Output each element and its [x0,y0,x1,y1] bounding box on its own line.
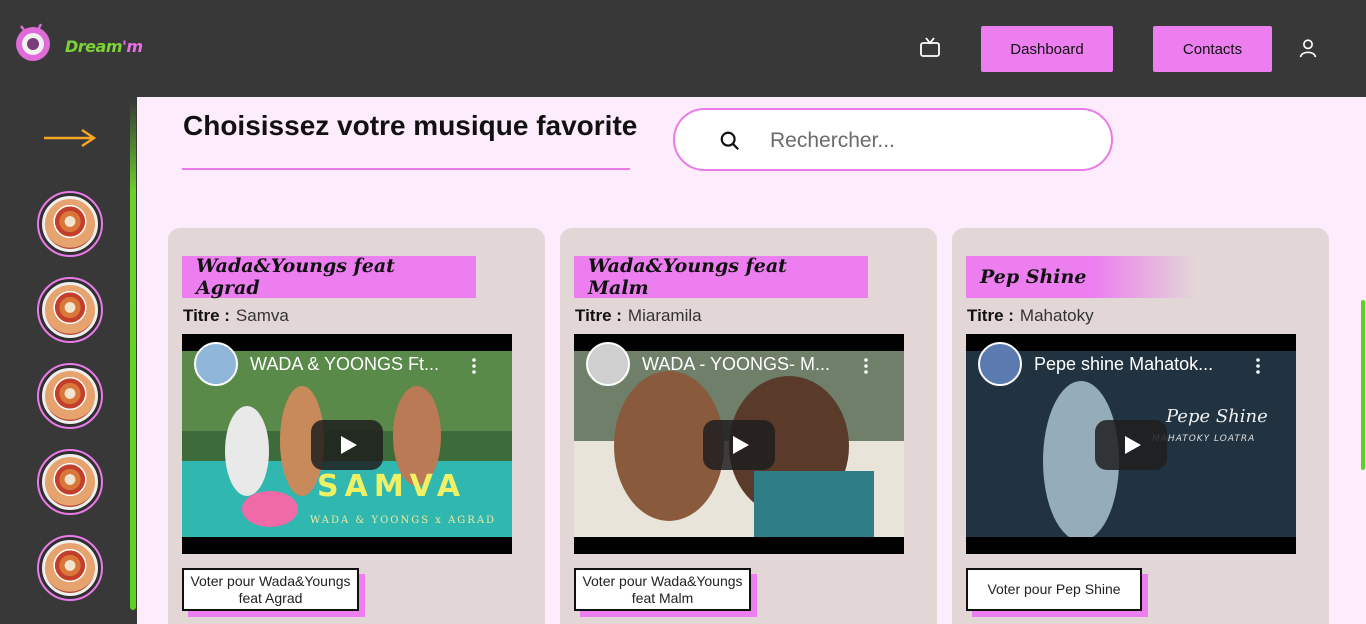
title-label: Titre : [575,306,622,325]
brand-name-part1: Dream [65,37,123,56]
title-underline [182,168,630,170]
video-player[interactable]: WADA - YOONGS- M... [574,334,904,554]
video-player[interactable]: Pepe shine Mahatok... Pepe Shine MAHATOK… [966,334,1296,554]
title-label: Titre : [967,306,1014,325]
arrow-right-icon[interactable] [42,126,98,150]
video-header: WADA & YOONGS Ft... [182,334,512,394]
page-title: Choisissez votre musique favorite [183,110,638,141]
video-title[interactable]: WADA - YOONGS- M... [642,354,847,375]
album-disc-image [42,540,98,596]
title-label: Titre : [183,306,230,325]
video-overlay-subtitle: MAHATOKY LOATRA [1152,434,1256,444]
brand-name[interactable]: Dream'm [65,37,143,56]
video-overlay-title: Pepe Shine [1166,406,1268,427]
top-navbar: Dream'm Dashboard Contacts [0,0,1366,97]
sidebar-scrollbar[interactable] [130,100,136,610]
contacts-button[interactable]: Contacts [1153,26,1272,72]
dashboard-button[interactable]: Dashboard [981,26,1113,72]
video-overlay-credits: WADA & YOONGS x AGRAD [310,515,497,526]
page-scrollbar[interactable] [1361,300,1365,470]
album-disc-image [42,196,98,252]
song-card: Pep Shine Titre : Mahatoky Pepe shine Mah… [952,228,1329,624]
album-disc-image [42,368,98,424]
search-icon[interactable] [719,130,741,152]
album-avatar-1[interactable] [37,191,103,257]
play-button[interactable] [1095,420,1167,470]
song-title: Samva [235,306,289,325]
more-options-icon[interactable] [472,358,476,374]
main-content: Choisissez votre musique favorite Wada&Y… [137,97,1366,624]
video-player[interactable]: WADA & YOONGS Ft... SAMVA WADA & YOONGS … [182,334,512,554]
song-card: Wada&Youngs feat Malm Titre : Miaramila W… [560,228,937,624]
album-disc-image [42,282,98,338]
card-title-line: Titre : Miaramila [575,306,702,326]
play-button[interactable] [311,420,383,470]
song-title: Miaramila [627,306,702,325]
card-artist: Pep Shine [966,256,1196,298]
card-artist: Wada&Youngs feat Agrad [182,255,476,299]
more-options-icon[interactable] [864,358,868,374]
video-overlay-title: SAMVA [317,469,467,504]
video-header: WADA - YOONGS- M... [574,334,904,394]
play-button[interactable] [703,420,775,470]
album-avatar-5[interactable] [37,535,103,601]
album-avatar-4[interactable] [37,449,103,515]
logo-icon[interactable] [13,20,53,62]
channel-avatar[interactable] [586,342,630,386]
brand-name-part2: 'm [122,37,143,56]
card-title-line: Titre : Samva [183,306,289,326]
search-input[interactable] [770,122,1090,160]
video-title[interactable]: Pepe shine Mahatok... [1034,354,1239,375]
more-options-icon[interactable] [1256,358,1260,374]
video-header: Pepe shine Mahatok... [966,334,1296,394]
card-title-line: Titre : Mahatoky [967,306,1094,326]
video-title[interactable]: WADA & YOONGS Ft... [250,354,455,375]
album-disc-image [42,454,98,510]
song-card: Wada&Youngs feat Agrad Titre : Samva WADA… [168,228,545,624]
channel-avatar[interactable] [194,342,238,386]
vote-button[interactable]: Voter pour Wada&Youngs feat Malm [574,568,751,611]
vote-button[interactable]: Voter pour Wada&Youngs feat Agrad [182,568,359,611]
search-box[interactable] [673,108,1113,171]
tv-icon[interactable] [918,36,942,60]
album-avatar-2[interactable] [37,277,103,343]
song-title: Mahatoky [1019,306,1094,325]
vote-button[interactable]: Voter pour Pep Shine [966,568,1142,611]
card-artist: Wada&Youngs feat Malm [574,255,868,299]
user-icon[interactable] [1297,37,1319,59]
channel-avatar[interactable] [978,342,1022,386]
album-avatar-3[interactable] [37,363,103,429]
